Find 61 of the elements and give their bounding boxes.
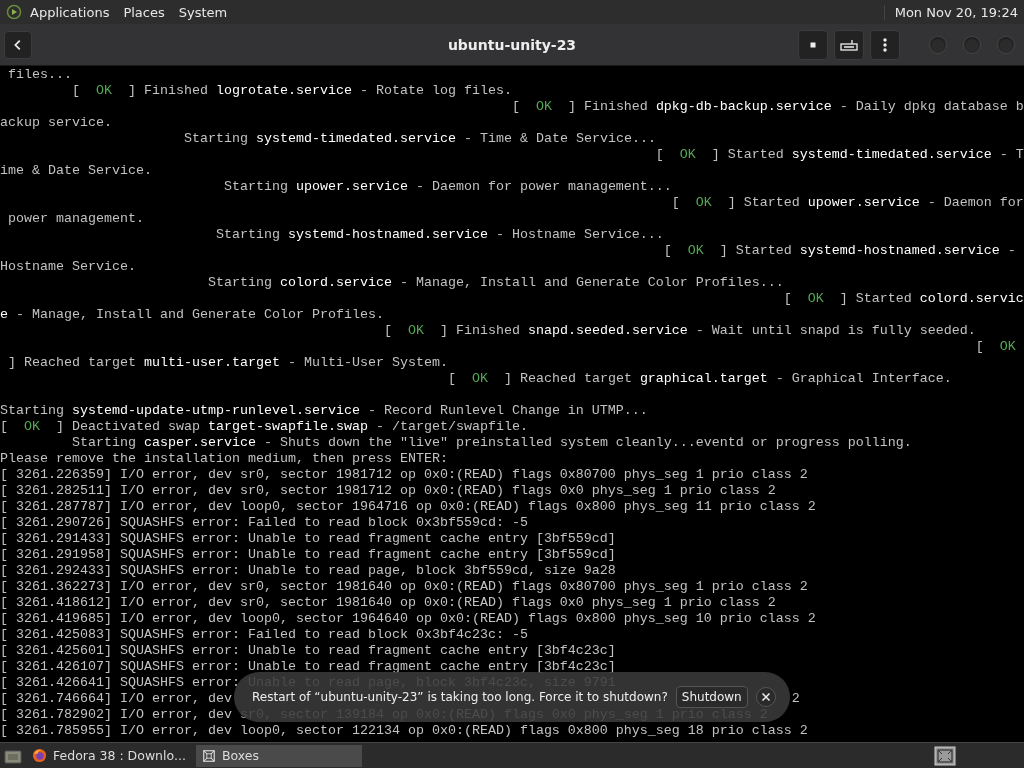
terminal-line: [ 3261.226359] I/O error, dev sr0, sector 1981712 op 0x0:(READ) flags 0x80700 phys_seg 1 prio class 2 [0,467,808,482]
terminal-line: files... [8,67,72,82]
terminal-line: [ 3261.290726] SQUASHFS error: Failed to read block 0x3bf559cd: -5 [0,515,528,530]
close-button[interactable] [755,687,776,707]
terminal-line: Starting systemd-hostnamed.service - Hostname Service... [215,227,664,242]
terminal-line: Starting systemd-update-utmp-runlevel.service - Record Runlevel Change in UTMP... [0,403,648,418]
menu-button[interactable] [870,29,900,60]
show-desktop-icon[interactable] [4,747,22,764]
keyboard-button[interactable] [834,29,864,60]
terminal-line: ] Reached target multi-user.target - Multi-User System. [8,355,448,370]
panel-menu[interactable]: Places [123,4,165,20]
terminal-line: [ OK ] Started systemd-timedated.service - T [655,147,1024,162]
terminal-line: Please remove the installation medium, then press ENTER: [0,451,448,466]
terminal-line: [ 3261.292433] SQUASHFS error: Unable to read page, block 3bf559cd, size 9a28 [0,563,616,578]
terminal-line: e - Manage, Install and Generate Color Profiles. [0,307,384,322]
back-button[interactable] [4,30,32,59]
terminal-line: [ OK [975,339,1016,354]
terminal-line: [ OK ] Finished logrotate.service - Rotate log files. [72,83,512,98]
clock[interactable]: Mon Nov 20, 19:24 [883,4,1018,20]
terminal-line: [ OK ] Started colord.servic [783,291,1024,306]
terminal-line: power management. [8,211,144,226]
terminal-line: [ 3261.287787] I/O error, dev loop0, sector 1964716 op 0x0:(READ) flags 0x800 phys_seg 11 prio class 2 [0,499,816,514]
terminal-line: [ OK ] Started upower.service - Daemon for [671,195,1024,210]
terminal-line: [ OK ] Started systemd-hostnamed.service - [663,243,1016,258]
terminal-line: [ 3261.291433] SQUASHFS error: Unable to read fragment cache entry [3bf559cd] [0,531,616,546]
terminal-line: [ 3261.425601] SQUASHFS error: Unable to read fragment cache entry [3bf4c23c] [0,643,616,658]
notification-message: Restart of “ubuntu-unity-23” is taking too long. Force it to shutdown? [252,689,668,705]
boxes-icon [202,748,216,763]
terminal-line: [ 3261.746664] I/O error, dev [0,691,232,706]
terminal-line: ackup service. [0,115,112,130]
terminal-line: [ OK ] Finished dpkg-db-backup.service - Daily dpkg database b [511,99,1024,114]
distro-logo-icon[interactable] [6,4,22,20]
terminal-line: Hostname Service. [0,259,136,274]
stop-button[interactable] [798,29,828,60]
terminal-line: ime & Date Service. [0,163,152,178]
taskbar-button[interactable]: Boxes [196,744,362,767]
panel-menu[interactable]: System [178,4,228,20]
terminal-line: [ OK ] Deactivated swap target-swapfile.swap - /target/swapfile. [0,419,528,434]
shutdown-button[interactable]: Shutdown [675,686,748,708]
terminal-line: [ 3261.426107] SQUASHFS error: Unable to read fragment cache entry [3bf4c23c] [0,659,616,674]
terminal-line: [ 3261.291958] SQUASHFS error: Unable to read fragment cache entry [3bf559cd] [0,547,616,562]
terminal-line: [ 3261.282511] I/O error, dev sr0, sector 1981712 op 0x0:(READ) flags 0x0 phys_seg 1 prio class 2 [0,483,776,498]
terminal-line: Starting systemd-timedated.service - Time & Date Service... [183,131,656,146]
keyboard-icon [840,37,858,52]
window-title: ubuntu-unity-23 [446,36,578,53]
panel-menu[interactable]: Applications [30,4,110,20]
terminal-line: Starting upower.service - Daemon for power management... [223,179,672,194]
terminal-line: 2 [791,691,800,706]
terminal-line: [ 3261.425083] SQUASHFS error: Failed to read block 0x3bf4c23c: -5 [0,627,528,642]
terminal-line: [ OK ] Reached target graphical.target - Graphical Interface. [447,371,952,386]
terminal-line: [ 3261.362273] I/O error, dev sr0, sector 1981640 op 0x0:(READ) flags 0x80700 phys_seg 1 prio class 2 [0,579,808,594]
terminal-line: Starting colord.service - Manage, Install and Generate Color Profiles... [207,275,784,290]
browser-icon [32,748,47,763]
terminal-line: Starting casper.service - Shuts down the "live" preinstalled system cleanly...eventd or progress polling. [72,435,912,450]
terminal-line: [ OK ] Finished snapd.seeded.service - Wait until snapd is fully seeded. [383,323,976,338]
terminal-line: [ 3261.419685] I/O error, dev loop0, sector 1964640 op 0x0:(READ) flags 0x800 phys_seg 10 prio class 2 [0,611,816,626]
terminal-line: [ 3261.418612] I/O error, dev sr0, sector 1981640 op 0x0:(READ) flags 0x0 phys_seg 1 prio class 2 [0,595,776,610]
close-icon [760,692,771,702]
workspace-icon[interactable] [934,745,956,766]
menu-icon [882,36,888,53]
terminal-line: [ 3261.785955] I/O error, dev loop0, sector 122134 op 0x0:(READ) flags 0x800 phys_seg 18 prio class 2 [0,723,808,738]
